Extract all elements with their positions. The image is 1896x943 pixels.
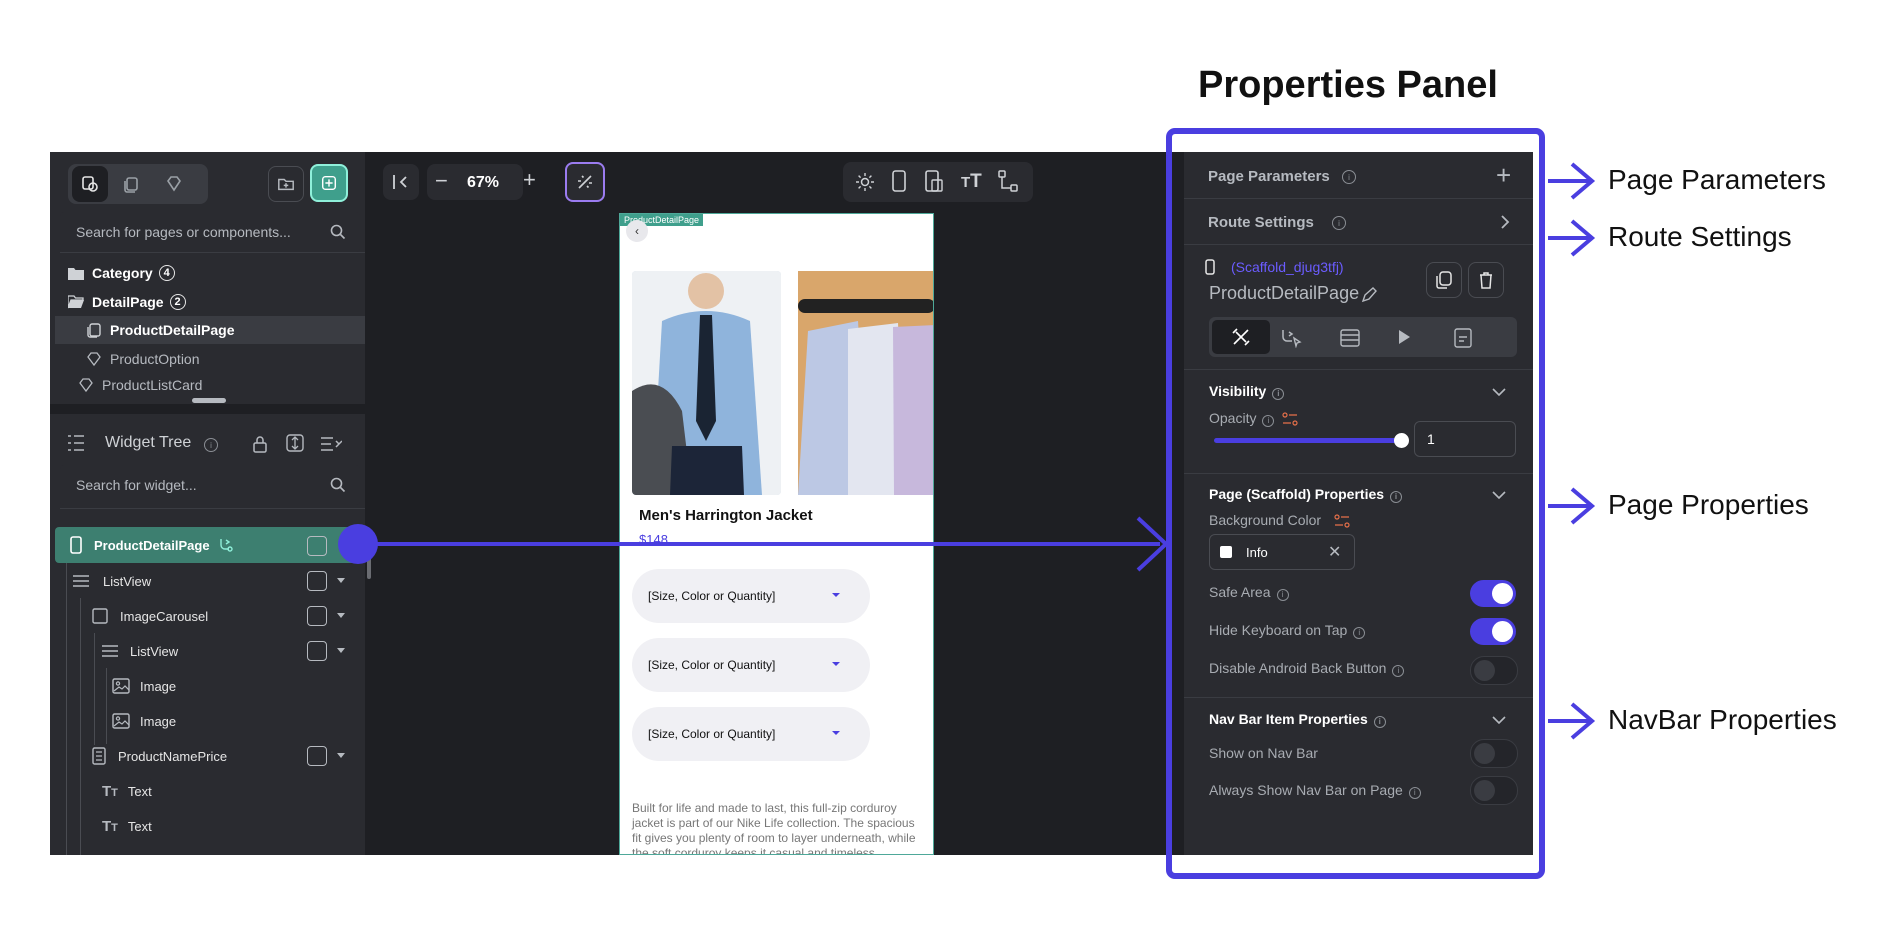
label-route-settings: Route Settings — [1608, 221, 1792, 252]
annotation-overlay — [338, 128, 1596, 879]
connector-dot — [338, 524, 378, 564]
properties-panel-highlight — [1166, 128, 1545, 879]
connector-arrow — [360, 516, 1169, 572]
annotation-arrows — [1548, 162, 1596, 740]
label-page-parameters: Page Parameters — [1608, 164, 1826, 195]
label-page-properties: Page Properties — [1608, 489, 1809, 520]
label-navbar-properties: NavBar Properties — [1608, 704, 1837, 735]
